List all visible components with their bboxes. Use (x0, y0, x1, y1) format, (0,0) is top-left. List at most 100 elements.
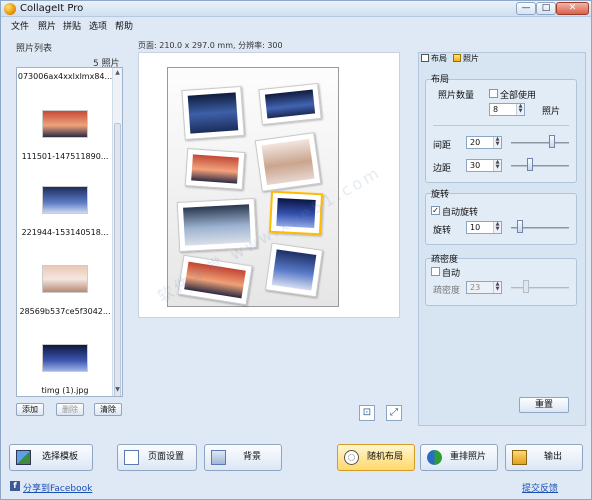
maximize-button[interactable]: □ (536, 2, 556, 15)
page-setup-label: 页面设置 (147, 452, 184, 462)
use-all-checkbox[interactable] (489, 89, 498, 98)
tab-layout[interactable]: 布局 (421, 53, 447, 65)
collage-photo[interactable] (258, 82, 322, 126)
fit-icon[interactable]: ⤢ (386, 405, 402, 421)
margin-stepper[interactable]: 30 ▲ ▼ (466, 159, 502, 172)
photo-count-value: 8 (493, 105, 499, 114)
photo-filename: 221944-153140518... (21, 228, 109, 237)
title-bar: CollageIt Pro — □ ✕ (1, 1, 591, 17)
stepper-arrows-icon[interactable]: ▲ ▼ (516, 104, 524, 115)
stepper-arrows-icon[interactable]: ▲ ▼ (493, 222, 501, 233)
facebook-icon[interactable]: f (10, 481, 20, 491)
photo-count-text: 照片数量 (438, 91, 475, 101)
app-logo-icon (4, 3, 16, 15)
stepper-arrows-icon[interactable]: ▲ ▼ (493, 137, 501, 148)
tab-layout-label: 布局 (431, 54, 447, 63)
density-slider-thumb[interactable] (523, 280, 529, 293)
photo-thumbnail (42, 265, 88, 293)
page-setup-icon (124, 450, 139, 465)
spacing-slider-track[interactable] (511, 142, 569, 144)
density-label: 疏密度 (433, 286, 461, 296)
collage-photo[interactable] (264, 242, 324, 298)
random-layout-button[interactable]: 随机布局 (337, 444, 415, 471)
photo-list-scrollbar[interactable]: ▲ ▼ (112, 68, 122, 396)
output-button[interactable]: 输出 (505, 444, 583, 471)
margin-value: 30 (470, 161, 481, 170)
density-stepper[interactable]: 23 ▲ ▼ (466, 281, 502, 294)
tab-photos-label: 照片 (463, 54, 479, 63)
scroll-thumb[interactable] (114, 123, 121, 396)
margin-label: 边距 (433, 164, 452, 174)
tab-photos[interactable]: 照片 (453, 53, 479, 65)
menu-help[interactable]: 帮助 (115, 19, 133, 32)
photo-unit-label: 照片 (542, 107, 561, 117)
page-info: 页面: 210.0 x 297.0 mm, 分辨率: 300 (138, 41, 283, 50)
output-icon (512, 450, 527, 465)
rearrange-icon (427, 450, 442, 465)
spacing-stepper[interactable]: 20 ▲ ▼ (466, 136, 502, 149)
close-button[interactable]: ✕ (556, 2, 589, 15)
spacing-slider-thumb[interactable] (549, 135, 555, 148)
margin-slider-track[interactable] (511, 165, 569, 167)
scroll-up-icon[interactable]: ▲ (114, 69, 121, 77)
page-setup-button[interactable]: 页面设置 (117, 444, 197, 471)
photo-filename: 073006ax4xxlxlmx84... (17, 72, 113, 81)
background-icon (211, 450, 226, 465)
template-icon (16, 450, 31, 465)
rotate-stepper[interactable]: 10 ▲ ▼ (466, 221, 502, 234)
rotation-group-title: 旋转 (431, 190, 450, 200)
clear-photos-button[interactable]: 清除 (94, 403, 122, 416)
photo-thumbnail (42, 344, 88, 372)
remove-photo-button[interactable]: 删除 (56, 403, 84, 416)
background-button[interactable]: 背景 (204, 444, 282, 471)
density-value: 23 (470, 283, 481, 292)
menu-options[interactable]: 选项 (89, 19, 107, 32)
photo-filename: 111501-147511890... (21, 152, 109, 161)
share-facebook-link[interactable]: 分享到Facebook (23, 481, 92, 494)
layout-icon (421, 54, 429, 62)
margin-slider-thumb[interactable] (527, 158, 533, 171)
choose-template-label: 选择模板 (41, 452, 78, 462)
density-slider-track[interactable] (511, 287, 569, 289)
auto-density-label: 自动 (442, 269, 461, 279)
photo-icon (453, 54, 461, 62)
photo-filename: timg (1).jpg (41, 386, 89, 395)
menu-collage[interactable]: 拼贴 (63, 19, 81, 32)
background-label: 背景 (242, 452, 261, 462)
app-window: CollageIt Pro — □ ✕ 文件 照片 拼贴 选项 帮助 照片列表 … (0, 0, 592, 500)
minimize-button[interactable]: — (516, 2, 536, 15)
stepper-arrows-icon[interactable]: ▲ ▼ (493, 160, 501, 171)
auto-rotate-checkbox[interactable]: ✓ (431, 206, 440, 215)
photo-thumbnail (42, 186, 88, 214)
add-photo-button[interactable]: 添加 (16, 403, 44, 416)
rotate-value: 10 (470, 223, 481, 232)
rearrange-photos-button[interactable]: 重排照片 (420, 444, 498, 471)
stepper-arrows-icon[interactable]: ▲ ▼ (493, 282, 501, 293)
rotate-slider-thumb[interactable] (517, 220, 523, 233)
submit-feedback-link[interactable]: 提交反馈 (522, 481, 558, 494)
collage-photo[interactable] (254, 132, 322, 192)
crop-icon[interactable]: ⊡ (359, 405, 375, 421)
auto-rotate-label: 自动旋转 (442, 208, 479, 218)
menu-file[interactable]: 文件 (11, 19, 29, 32)
rearrange-photos-label: 重排照片 (449, 452, 486, 462)
divider (433, 125, 569, 126)
collage-photo[interactable] (181, 85, 245, 141)
scroll-down-icon[interactable]: ▼ (114, 386, 121, 394)
reset-button[interactable]: 重置 (519, 397, 569, 413)
menu-bar: 文件 照片 拼贴 选项 帮助 (1, 18, 591, 32)
spacing-label: 间距 (433, 141, 452, 151)
auto-density-checkbox[interactable] (431, 267, 440, 276)
menu-photo[interactable]: 照片 (38, 19, 56, 32)
photo-list[interactable]: 073006ax4xxlxlmx84... 111501-147511890..… (16, 67, 123, 397)
collage-photo[interactable] (184, 148, 246, 190)
density-group-title: 疏密度 (431, 255, 459, 265)
random-layout-icon (344, 450, 359, 465)
photo-filename: 28569b537ce5f3042... (19, 307, 111, 316)
output-label: 输出 (543, 452, 562, 462)
photo-count-stepper[interactable]: 8 ▲ ▼ (489, 103, 525, 116)
spacing-value: 20 (470, 138, 481, 147)
rotate-label: 旋转 (433, 226, 452, 236)
layout-group-title: 布局 (431, 75, 450, 85)
choose-template-button[interactable]: 选择模板 (9, 444, 93, 471)
